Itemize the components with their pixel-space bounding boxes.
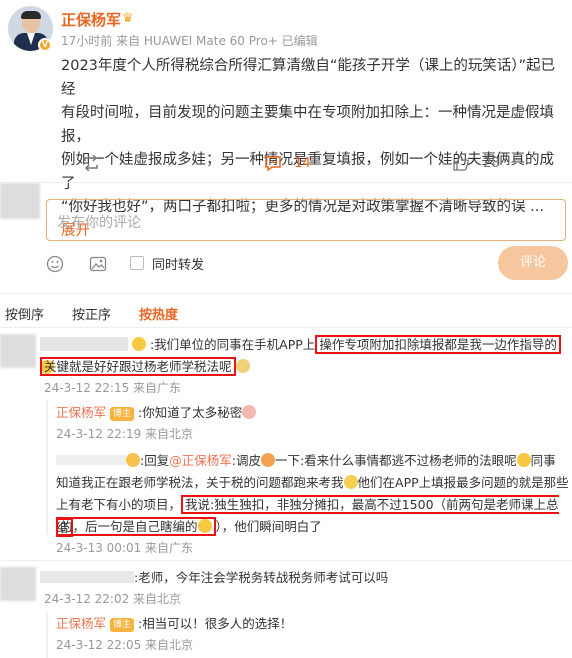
- comment-count: 14: [294, 156, 311, 171]
- comment-text: :我们单位的同事在手机APP上: [149, 337, 316, 352]
- like-count: 28: [483, 156, 500, 171]
- reply: 正保杨军 博主 :相当可以！很多人的选择！: [56, 612, 292, 635]
- verified-badge-icon: V: [38, 38, 52, 52]
- reply-continuation: 知道我正在跟老师学税法，关于税的问题都跑来考我 他们在APP上填报最多问题的就是那…: [56, 475, 569, 490]
- comment-meta: 24-3-12 22:15 来自广东: [44, 381, 182, 395]
- post-actions: 14 28: [0, 154, 572, 175]
- thumbs-up-icon: [453, 155, 469, 171]
- tab-sort-asc[interactable]: 按正序: [72, 304, 111, 323]
- comment-text: :老师，今年注会学税务转战税务师考试可以吗: [134, 570, 389, 585]
- emoji-button[interactable]: [46, 255, 64, 277]
- repost-icon: [84, 154, 98, 172]
- author-badge: 博主: [110, 407, 135, 421]
- reply-meta: 24-3-12 22:05 来自北京: [56, 638, 194, 652]
- thinking-emoji-icon: [235, 359, 250, 373]
- shy-emoji-icon: [242, 405, 257, 419]
- comment: :老师，今年注会学税务转战税务师考试可以吗: [40, 566, 388, 589]
- reply-author-blurred[interactable]: [56, 455, 126, 465]
- comment-sort-tabs: 按倒序 按正序 按热度: [0, 304, 572, 323]
- repost-button[interactable]: [82, 154, 100, 172]
- author-badge: 博主: [110, 618, 135, 632]
- reply-meta: 24-3-13 00:01 来自广东: [56, 541, 194, 555]
- comment-button[interactable]: 14: [264, 155, 311, 172]
- reply-author[interactable]: 正保杨军: [56, 616, 106, 631]
- commenter-name-blurred[interactable]: [40, 571, 134, 583]
- reply: :回复@正保杨军:调皮 一下:看来什么事情都逃不过杨老师的法眼呢 同事: [56, 449, 570, 472]
- crown-icon: [131, 337, 146, 351]
- post-text-line: 有段时间啦，目前发现的问题主要集中在专项附加扣除上：一种情况是虚假填报，: [61, 105, 554, 145]
- reply-author[interactable]: 正保杨军: [56, 405, 106, 420]
- comment-icon: [265, 156, 281, 172]
- highlighted-text: 关键就是好好跟过杨老师学税法呢: [40, 357, 236, 376]
- author-name[interactable]: 正保杨军: [61, 9, 121, 30]
- reply: 正保杨军 博主 :你知道了太多秘密: [56, 401, 257, 424]
- reply-thread-line: [46, 612, 48, 658]
- post-text-line: 2023年度个人所得税综合所得汇算清缴自“能孩子开学（课上的玩笑话）”起已经: [61, 58, 556, 98]
- reply-text: :相当可以！很多人的选择！: [138, 616, 293, 631]
- emoji-icon: [46, 255, 64, 273]
- image-icon: [89, 256, 107, 272]
- current-user-avatar: [0, 183, 40, 219]
- reply-text: :你知道了太多秘密: [138, 405, 243, 420]
- commenter-avatar[interactable]: [0, 567, 36, 601]
- comment-continuation: 关键就是好好跟过杨老师学税法呢: [40, 355, 250, 378]
- tab-sort-desc[interactable]: 按倒序: [5, 304, 44, 323]
- reply-meta: 24-3-12 22:19 来自北京: [56, 427, 194, 441]
- post-meta: 17小时前 来自 HUAWEI Mate 60 Pro+ 已编辑: [61, 34, 318, 48]
- comment-input[interactable]: 发布你的评论: [46, 199, 566, 241]
- crown-icon: ♛: [122, 11, 134, 26]
- reply-continuation: 的，后一句是自己瞎编的 ），他们瞬间明白了: [56, 515, 322, 538]
- repost-checkbox[interactable]: [130, 256, 144, 270]
- like-button[interactable]: 28: [453, 155, 500, 171]
- repost-label: 同时转发: [152, 258, 205, 273]
- commenter-avatar[interactable]: [0, 334, 36, 368]
- comment-meta: 24-3-12 22:02 来自北京: [44, 592, 182, 606]
- commenter-name-blurred[interactable]: [40, 337, 128, 351]
- submit-comment-button[interactable]: 评论: [498, 246, 568, 280]
- image-button[interactable]: [89, 255, 107, 277]
- tab-sort-hot[interactable]: 按热度: [139, 304, 178, 323]
- weibo-post: V 正保杨军 ♛ 17小时前 来自 HUAWEI Mate 60 Pro+ 已编…: [0, 0, 572, 239]
- highlighted-text: 操作专项附加扣除填报都是我一边作指导的: [315, 335, 561, 354]
- comment-composer: 发布你的评论 同时转发 评论: [0, 183, 572, 293]
- reply-thread-line: [46, 400, 48, 535]
